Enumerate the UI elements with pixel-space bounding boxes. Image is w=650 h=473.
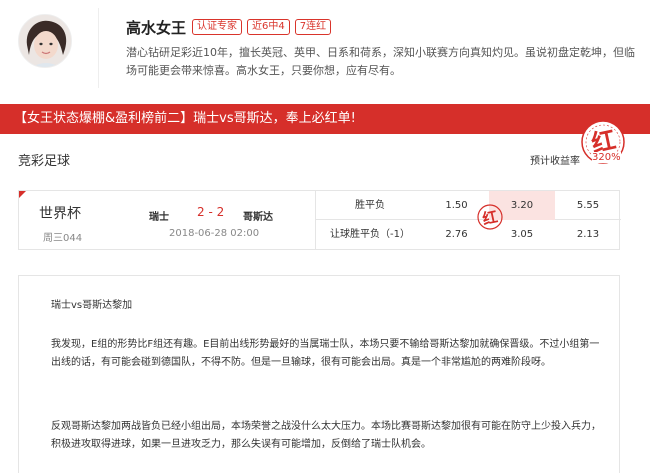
badge-streak: 7连红 bbox=[294, 19, 332, 35]
odds-label: 胜平负 bbox=[355, 200, 385, 211]
section-title: 竞彩足球 bbox=[18, 154, 71, 169]
odds-cell[interactable]: 2.13 bbox=[555, 220, 621, 249]
odds-row-win-draw-lose: 胜平负 1.50 3.20 5.55 bbox=[316, 191, 621, 220]
match-number: 周三044 bbox=[43, 233, 83, 244]
odds-cell[interactable]: 5.55 bbox=[555, 191, 621, 220]
article-paragraph: 反观哥斯达黎加两战皆负已经小组出局，本场荣誉之战没什么太大压力。本场比赛哥斯达黎… bbox=[51, 421, 601, 450]
avatar[interactable] bbox=[18, 14, 72, 68]
expert-name: 高水女王 bbox=[126, 19, 187, 37]
odds-row-handicap: 让球胜平负（-1） 2.76 3.05 2.13 bbox=[316, 220, 621, 249]
match-time: 2018-06-28 02:00 bbox=[169, 228, 260, 239]
expert-badges: 认证专家 近6中4 7连红 bbox=[192, 19, 332, 35]
expert-bio: 潜心钻研足彩近10年，擅长英冠、英甲、日系和荷系，深知小联赛方向真知灼见。虽说初… bbox=[126, 46, 635, 77]
win-stamp: 红 320% bbox=[574, 118, 632, 168]
home-team: 瑞士 bbox=[149, 212, 169, 223]
expected-yield-label: 预计收益率 bbox=[530, 156, 580, 167]
odds-label: 让球胜平负（-1） bbox=[330, 229, 410, 240]
match-card[interactable]: 世界杯 周三044 瑞士 2 - 2 哥斯达 2018-06-28 02:00 … bbox=[18, 190, 621, 250]
badge-certified: 认证专家 bbox=[192, 19, 242, 35]
expected-yield: 预计收益率 bbox=[530, 152, 580, 167]
article-paragraph: 我发现，E组的形势比F组还有趣。E目前出线形势最好的当属瑞士队，本场只要不输给哥… bbox=[51, 339, 600, 368]
header-divider bbox=[98, 8, 99, 88]
odds-table: 胜平负 1.50 3.20 5.55 让球胜平负（-1） 2.76 3.05 2… bbox=[315, 191, 621, 249]
stamp-yield-value: 320% bbox=[592, 152, 621, 163]
mini-win-stamp: 红 bbox=[476, 203, 504, 231]
corner-marker bbox=[19, 191, 26, 198]
away-team: 哥斯达 bbox=[243, 212, 273, 223]
article-body: 瑞士vs哥斯达黎加 我发现，E组的形势比F组还有趣。E目前出线形势最好的当属瑞士… bbox=[18, 275, 620, 473]
league-name: 世界杯 bbox=[39, 206, 81, 222]
match-score: 2 - 2 bbox=[197, 205, 225, 219]
badge-recent-record: 近6中4 bbox=[247, 19, 290, 35]
article-headline-banner: 【女王状态爆棚&盈利榜前二】瑞士vs哥斯达，奉上必红单! bbox=[0, 104, 650, 134]
article-title: 瑞士vs哥斯达黎加 bbox=[51, 300, 133, 311]
expert-header: 高水女王 认证专家 近6中4 7连红 潜心钻研足彩近10年，擅长英冠、英甲、日系… bbox=[0, 0, 650, 100]
